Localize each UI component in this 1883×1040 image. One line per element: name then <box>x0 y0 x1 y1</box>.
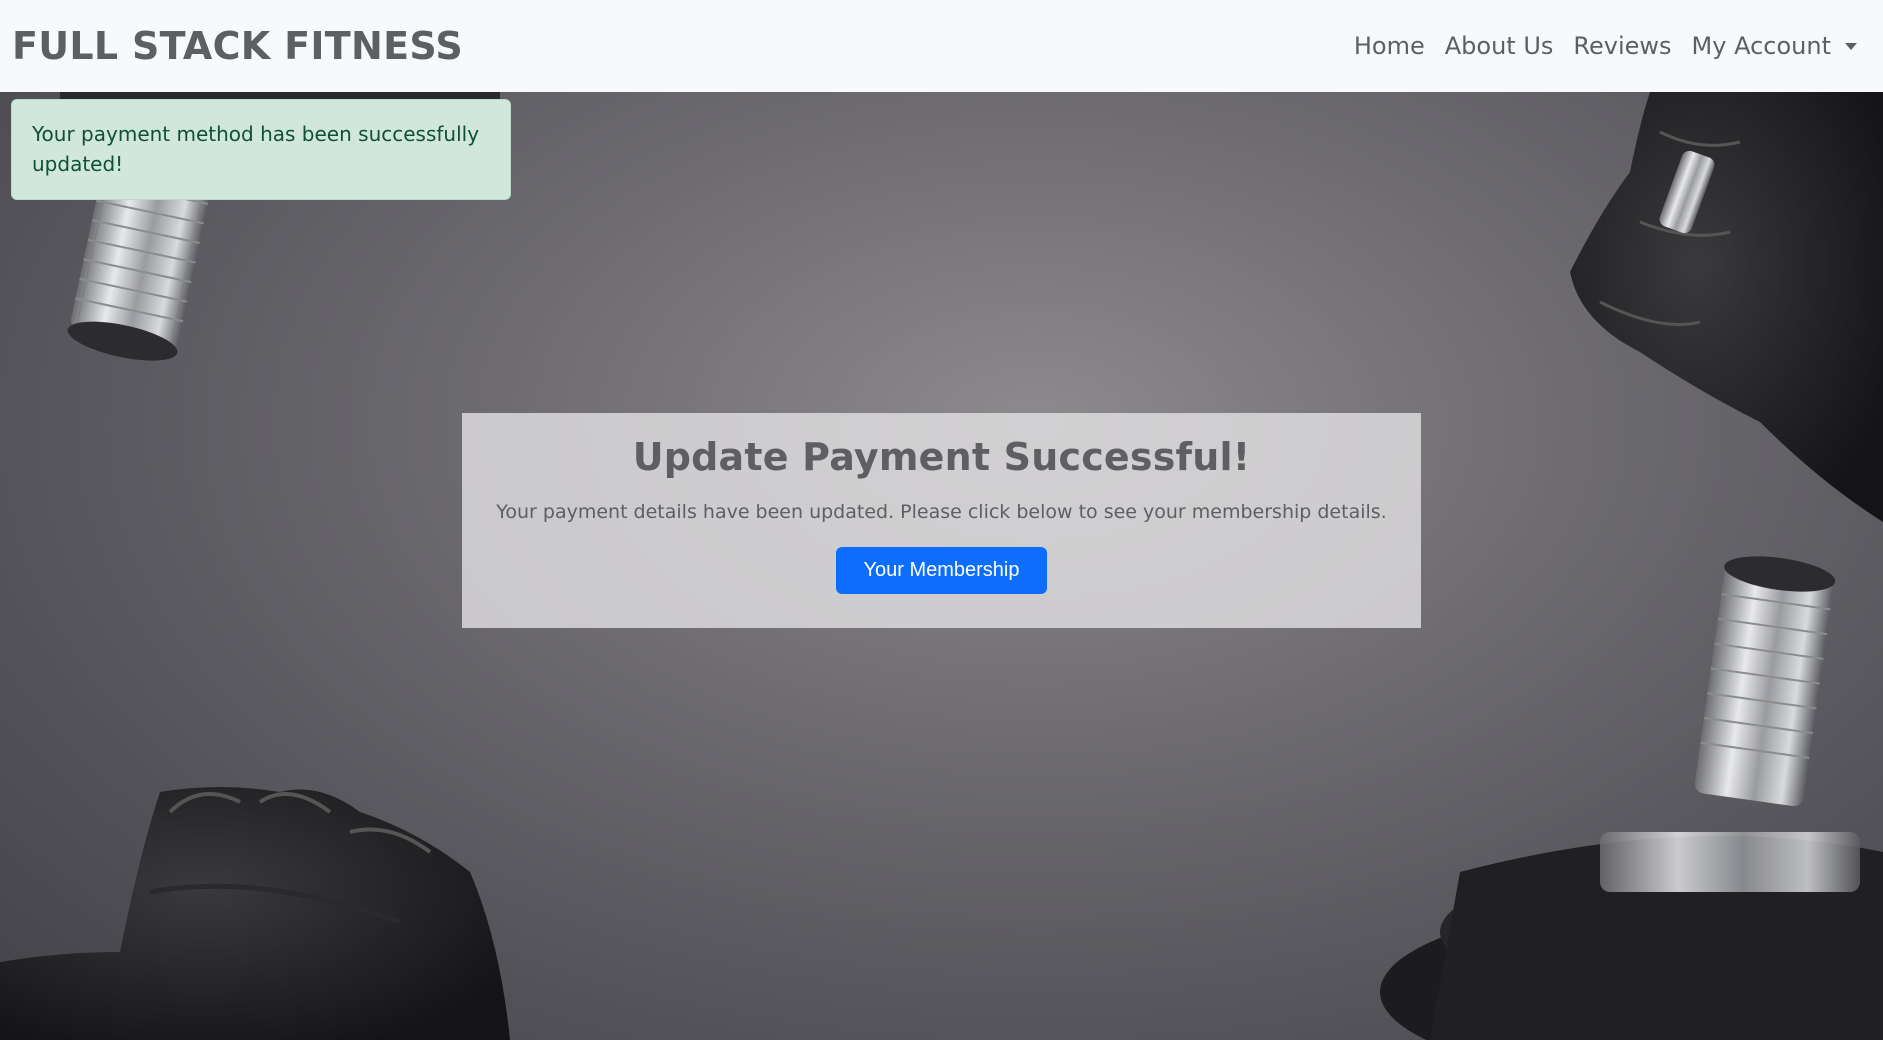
nav-link-home[interactable]: Home <box>1344 32 1435 60</box>
success-alert: Your payment method has been successfull… <box>11 99 511 200</box>
alert-message: Your payment method has been successfull… <box>32 122 480 176</box>
nav-link-reviews[interactable]: Reviews <box>1563 32 1681 60</box>
your-membership-button[interactable]: Your Membership <box>836 547 1047 594</box>
my-account-label: My Account <box>1691 32 1831 60</box>
brand-logo[interactable]: FULL STACK FITNESS <box>12 24 463 68</box>
nav-link-about-us[interactable]: About Us <box>1435 32 1564 60</box>
navbar: FULL STACK FITNESS Home About Us Reviews… <box>0 0 1883 92</box>
my-account-dropdown[interactable]: My Account <box>1682 32 1871 60</box>
nav-links: Home About Us Reviews My Account <box>1344 32 1871 60</box>
confirmation-panel: Update Payment Successful! Your payment … <box>462 413 1421 628</box>
chevron-down-icon <box>1845 42 1857 50</box>
page-title: Update Payment Successful! <box>632 435 1251 479</box>
confirmation-text: Your payment details have been updated. … <box>496 501 1387 523</box>
